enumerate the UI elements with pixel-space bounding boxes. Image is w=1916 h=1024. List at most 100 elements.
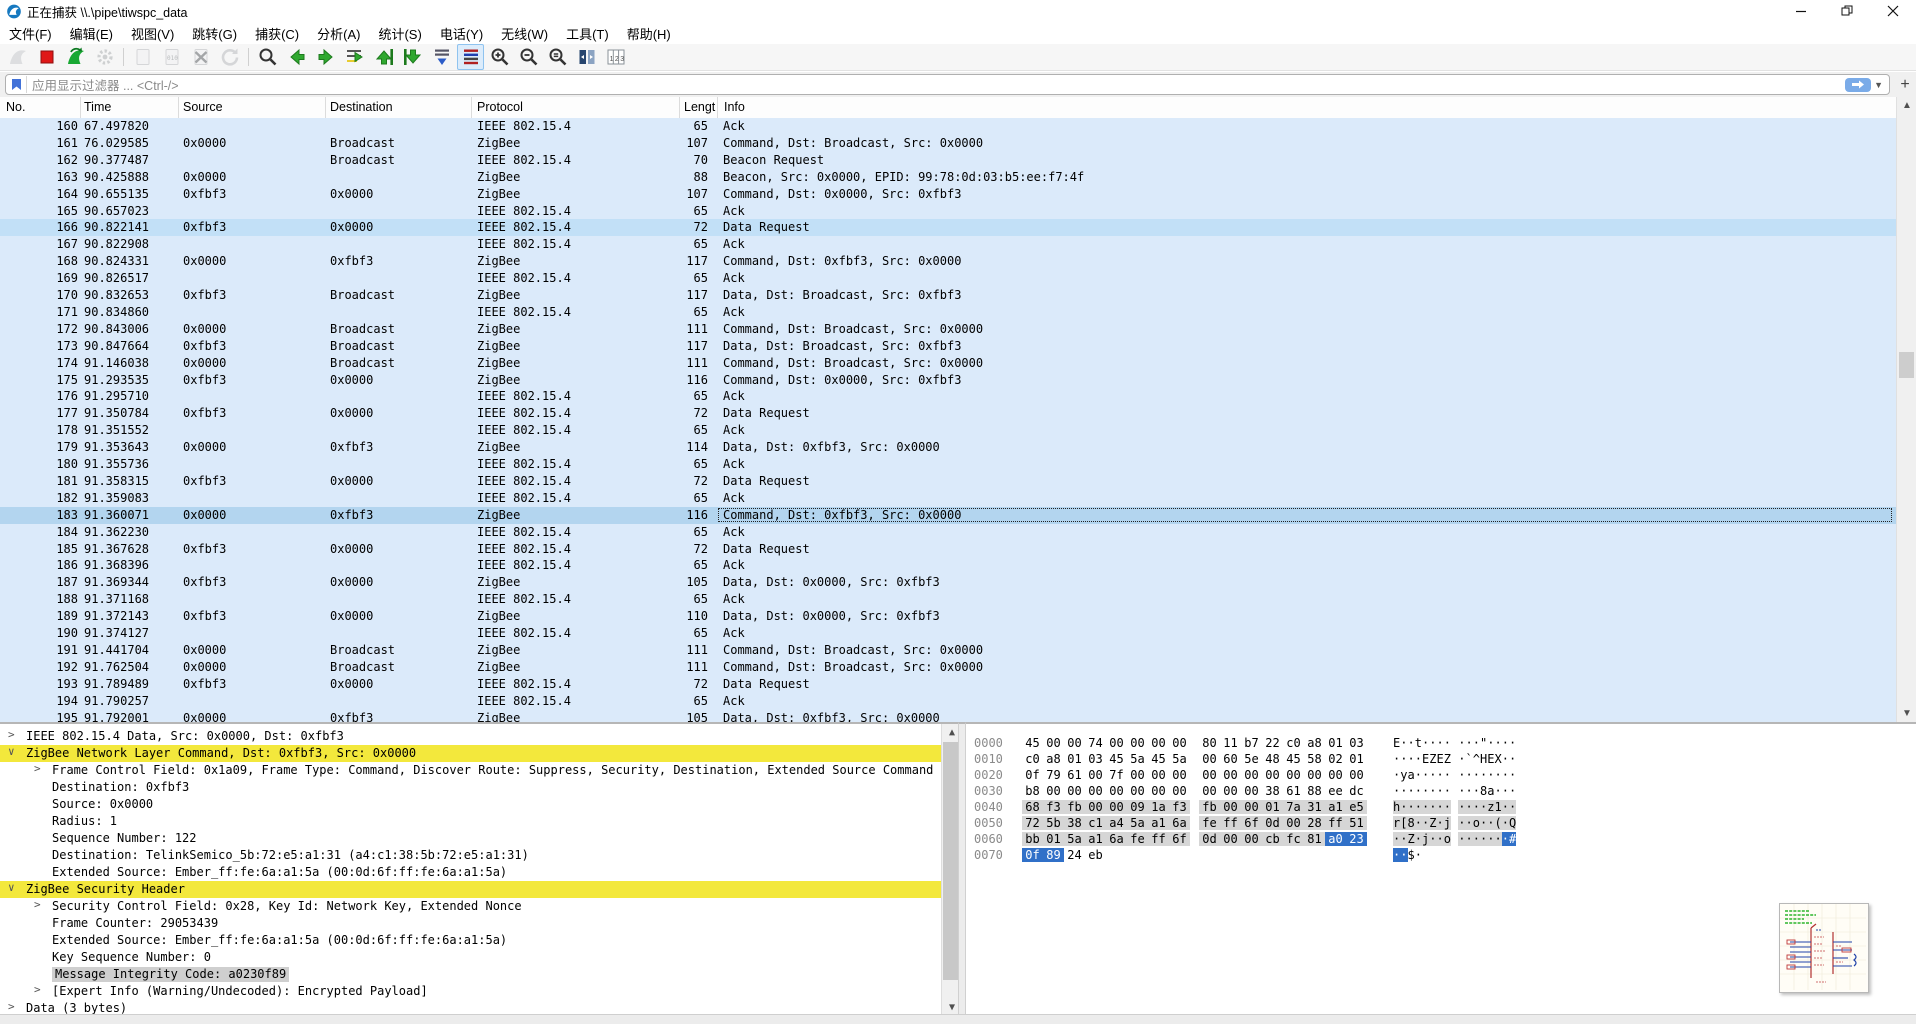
hex-byte[interactable]: a1: [1325, 800, 1346, 814]
ascii-char[interactable]: ·: [1429, 800, 1436, 814]
hex-byte[interactable]: c0: [1022, 752, 1043, 766]
packet-row[interactable]: 18691.368396IEEE 802.15.465Ack: [0, 557, 1896, 574]
expand-chevron-icon[interactable]: >: [34, 762, 41, 775]
ascii-char[interactable]: ·: [1400, 848, 1407, 862]
detail-line[interactable]: Message Integrity Code: a0230f89: [0, 966, 941, 983]
packet-row[interactable]: 16990.826517IEEE 802.15.465Ack: [0, 270, 1896, 287]
ascii-char[interactable]: ·: [1444, 768, 1451, 782]
hex-byte[interactable]: fc: [1283, 832, 1304, 846]
zoom-reset-button[interactable]: [544, 44, 571, 70]
packet-list-scroll-thumb[interactable]: [1899, 352, 1914, 378]
column-header-info[interactable]: Info: [724, 100, 745, 114]
ascii-char[interactable]: $: [1408, 848, 1415, 862]
column-separator[interactable]: [717, 97, 718, 118]
menu-item-3[interactable]: 跳转(G): [183, 21, 246, 46]
hex-byte[interactable]: 00: [1220, 768, 1241, 782]
ascii-char[interactable]: ·: [1429, 736, 1436, 750]
ascii-char[interactable]: ·: [1502, 816, 1509, 830]
hex-byte[interactable]: 58: [1304, 752, 1325, 766]
ascii-char[interactable]: ·: [1429, 832, 1436, 846]
menu-item-9[interactable]: 工具(T): [557, 21, 618, 46]
minimize-button[interactable]: [1778, 0, 1824, 22]
ascii-char[interactable]: ·: [1502, 736, 1509, 750]
packet-row[interactable]: 16690.8221410xfbf30x0000IEEE 802.15.472D…: [0, 219, 1896, 236]
ascii-char[interactable]: ·: [1429, 784, 1436, 798]
hex-byte[interactable]: 00: [1169, 736, 1190, 750]
ascii-char[interactable]: ·: [1422, 816, 1429, 830]
hex-byte[interactable]: a1: [1148, 816, 1169, 830]
packet-row[interactable]: 16490.6551350xfbf30x0000ZigBee107Command…: [0, 186, 1896, 203]
packet-row[interactable]: 19391.7894890xfbf30x0000IEEE 802.15.472D…: [0, 676, 1896, 693]
hex-byte[interactable]: 61: [1064, 768, 1085, 782]
hex-byte[interactable]: 01: [1325, 736, 1346, 750]
go-last-button[interactable]: [399, 44, 426, 70]
ascii-char[interactable]: ·: [1458, 768, 1465, 782]
hex-byte[interactable]: fe: [1127, 832, 1148, 846]
hex-byte[interactable]: 00: [1085, 768, 1106, 782]
ascii-char[interactable]: ·: [1393, 784, 1400, 798]
ascii-char[interactable]: H: [1480, 752, 1487, 766]
detail-line[interactable]: ∨ZigBee Security Header: [0, 881, 941, 898]
scroll-up-icon[interactable]: ▲: [1897, 97, 1916, 114]
ascii-char[interactable]: ·: [1437, 784, 1444, 798]
ascii-char[interactable]: ·: [1487, 736, 1494, 750]
ascii-char[interactable]: ·: [1422, 800, 1429, 814]
hex-byte[interactable]: c0: [1283, 736, 1304, 750]
packet-row[interactable]: 17991.3536430x00000xfbf3ZigBee114Data, D…: [0, 439, 1896, 456]
ascii-char[interactable]: ·: [1473, 784, 1480, 798]
hex-byte[interactable]: 22: [1262, 736, 1283, 750]
ascii-char[interactable]: ·: [1400, 784, 1407, 798]
menu-item-7[interactable]: 电话(Y): [431, 21, 492, 46]
column-separator[interactable]: [679, 97, 680, 118]
packet-row[interactable]: 19291.7625040x0000BroadcastZigBee111Comm…: [0, 659, 1896, 676]
hex-byte[interactable]: 5a: [1127, 752, 1148, 766]
hex-byte[interactable]: 11: [1220, 736, 1241, 750]
hex-byte[interactable]: 00: [1241, 784, 1262, 798]
ascii-char[interactable]: ·: [1437, 832, 1444, 846]
scroll-down-icon[interactable]: ▼: [1897, 705, 1916, 722]
ascii-char[interactable]: ·: [1393, 832, 1400, 846]
hex-byte[interactable]: 00: [1241, 768, 1262, 782]
detail-line[interactable]: Radius: 1: [0, 813, 941, 830]
ascii-char[interactable]: ": [1480, 736, 1487, 750]
ascii-char[interactable]: ·: [1393, 768, 1400, 782]
hex-byte[interactable]: 0d: [1262, 816, 1283, 830]
ascii-char[interactable]: ·: [1429, 768, 1436, 782]
ascii-char[interactable]: ·: [1415, 768, 1422, 782]
hex-byte[interactable]: 31: [1304, 800, 1325, 814]
ascii-char[interactable]: ·: [1502, 752, 1509, 766]
menu-item-4[interactable]: 捕获(C): [246, 21, 308, 46]
detail-line[interactable]: Extended Source: Ember_ff:fe:6a:a1:5a (0…: [0, 932, 941, 949]
ascii-char[interactable]: y: [1400, 768, 1407, 782]
column-header-protocol[interactable]: Protocol: [477, 100, 523, 114]
hex-byte[interactable]: 00: [1127, 784, 1148, 798]
hex-byte[interactable]: 45: [1022, 736, 1043, 750]
hex-byte[interactable]: 01: [1346, 752, 1367, 766]
ascii-char[interactable]: ·: [1466, 832, 1473, 846]
hex-byte[interactable]: 01: [1262, 800, 1283, 814]
ascii-char[interactable]: ·: [1458, 752, 1465, 766]
packet-list-scrollbar[interactable]: ▲ ▼: [1896, 97, 1916, 722]
hex-byte[interactable]: 03: [1346, 736, 1367, 750]
ascii-char[interactable]: ·: [1458, 832, 1465, 846]
menu-item-8[interactable]: 无线(W): [492, 21, 557, 46]
hex-byte[interactable]: c1: [1085, 816, 1106, 830]
hex-byte[interactable]: ee: [1325, 784, 1346, 798]
ascii-char[interactable]: ·: [1408, 784, 1415, 798]
ascii-char[interactable]: 8: [1480, 784, 1487, 798]
apply-filter-arrow-icon[interactable]: [1845, 78, 1871, 92]
ascii-char[interactable]: ·: [1400, 752, 1407, 766]
ascii-char[interactable]: Z: [1429, 752, 1436, 766]
ascii-char[interactable]: Z: [1429, 816, 1436, 830]
ascii-char[interactable]: ·: [1415, 832, 1422, 846]
ascii-char[interactable]: ·: [1400, 800, 1407, 814]
hex-byte[interactable]: 00: [1199, 752, 1220, 766]
ascii-char[interactable]: ·: [1422, 736, 1429, 750]
ascii-char[interactable]: ·: [1480, 832, 1487, 846]
hex-byte[interactable]: 00: [1220, 832, 1241, 846]
hex-byte[interactable]: ff: [1220, 816, 1241, 830]
ascii-char[interactable]: ·: [1393, 848, 1400, 862]
restore-button[interactable]: [1824, 0, 1870, 22]
ascii-char[interactable]: ·: [1487, 816, 1494, 830]
hex-byte[interactable]: 5b: [1043, 816, 1064, 830]
